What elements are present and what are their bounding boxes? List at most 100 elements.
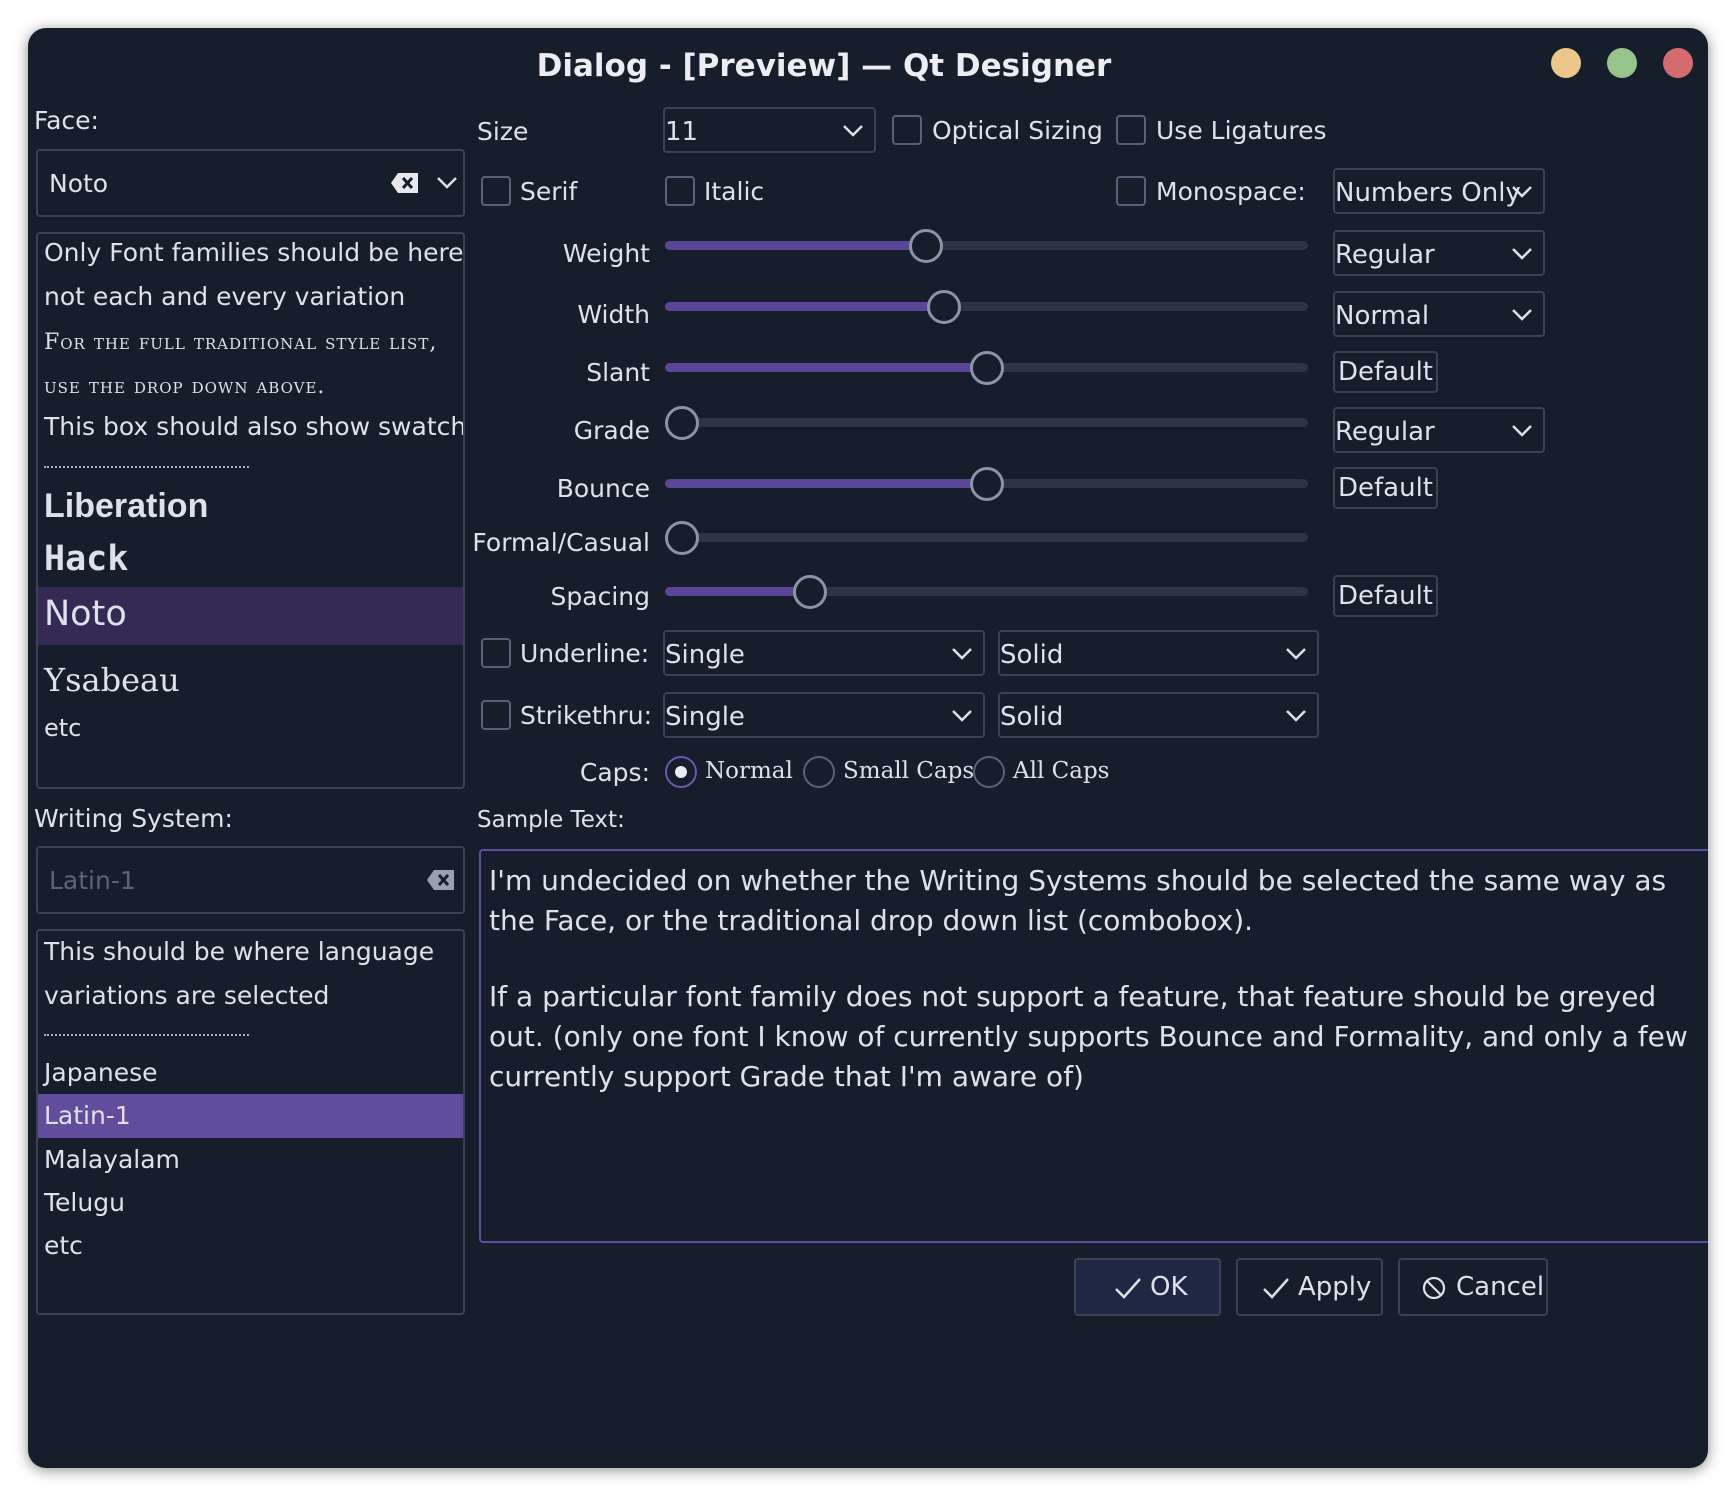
size-label: Size	[477, 117, 529, 146]
caps-all-caps-radio[interactable]	[973, 756, 1005, 788]
slider-handle[interactable]	[665, 406, 699, 440]
strikethru-label: Strikethru:	[520, 701, 653, 730]
grade-slider[interactable]	[665, 406, 1308, 440]
caps-small-caps-radio[interactable]	[803, 756, 835, 788]
ok-button[interactable]: OK	[1074, 1258, 1221, 1316]
list-item-noto[interactable]: Noto	[38, 587, 463, 645]
list-separator	[44, 1034, 249, 1036]
underline-line-combo[interactable]: Solid	[998, 630, 1319, 676]
optical-sizing-label: Optical Sizing	[932, 116, 1103, 145]
list-item-etc[interactable]: etc	[44, 1231, 83, 1260]
clear-icon[interactable]	[426, 869, 456, 891]
slider-track	[665, 418, 1308, 427]
face-combo[interactable]: Noto	[36, 149, 465, 217]
slider-handle[interactable]	[969, 351, 1004, 385]
size-combo[interactable]: 11	[663, 107, 876, 153]
width-value: Normal	[1335, 301, 1430, 331]
caps-small-caps-label: Small Caps	[843, 758, 975, 784]
strikethru-style-combo[interactable]: Single	[663, 692, 985, 738]
width-combo[interactable]: Normal	[1333, 291, 1545, 337]
slider-fill	[665, 241, 926, 250]
list-item-ysabeau[interactable]: Ysabeau	[44, 661, 180, 699]
weight-slider[interactable]	[665, 229, 1308, 263]
width-slider[interactable]	[665, 290, 1308, 324]
sample-paragraph-1: I'm undecided on whether the Writing Sys…	[489, 864, 1667, 937]
bounce-slider[interactable]	[665, 467, 1308, 501]
serif-checkbox[interactable]	[481, 176, 511, 206]
slant-default-button[interactable]: Default	[1333, 351, 1438, 393]
writing-system-search[interactable]: Latin-1	[36, 846, 465, 914]
chevron-down-icon	[1512, 425, 1532, 437]
chevron-down-icon	[1286, 648, 1306, 660]
minimize-button[interactable]	[1551, 48, 1581, 78]
chevron-down-icon	[952, 710, 972, 722]
face-input[interactable]: Noto	[49, 169, 108, 198]
slider-handle[interactable]	[792, 575, 827, 609]
optical-sizing-checkbox[interactable]	[892, 115, 922, 145]
chevron-down-icon[interactable]	[436, 175, 458, 191]
slider-handle[interactable]	[665, 521, 699, 555]
writing-system-input[interactable]: Latin-1	[49, 866, 136, 895]
dialog-window: Dialog - [Preview] — Qt Designer Face: N…	[28, 28, 1708, 1468]
monospace-combo[interactable]: Numbers Only	[1333, 168, 1545, 214]
grade-label: Grade	[573, 416, 650, 445]
list-item-hack[interactable]: Hack	[44, 539, 128, 579]
list-item-latin-1[interactable]: Latin-1	[38, 1094, 463, 1138]
width-label: Width	[577, 300, 650, 329]
spacing-label: Spacing	[550, 582, 650, 611]
chevron-down-icon	[952, 648, 972, 660]
caps-normal-radio[interactable]	[665, 756, 697, 788]
apply-button[interactable]: Apply	[1236, 1258, 1383, 1316]
underline-label: Underline:	[520, 639, 650, 668]
underline-checkbox[interactable]	[481, 638, 511, 668]
face-list[interactable]: Only Font families should be here, not e…	[36, 232, 465, 789]
slant-label: Slant	[586, 358, 650, 387]
spacing-default-button[interactable]: Default	[1333, 575, 1438, 617]
slant-slider[interactable]	[665, 351, 1308, 385]
list-item-japanese[interactable]: Japanese	[44, 1058, 158, 1087]
italic-checkbox[interactable]	[665, 176, 695, 206]
sample-text-area[interactable]: I'm undecided on whether the Writing Sys…	[479, 849, 1708, 1243]
monospace-checkbox[interactable]	[1116, 176, 1146, 206]
sample-text-label: Sample Text:	[477, 807, 625, 833]
cancel-button[interactable]: Cancel	[1398, 1258, 1548, 1316]
close-button[interactable]	[1663, 48, 1693, 78]
writing-system-label: Writing System:	[34, 804, 233, 833]
caps-all-caps-label: All Caps	[1013, 758, 1110, 784]
list-note: use the drop down above.	[44, 374, 326, 399]
list-item-etc[interactable]: etc	[44, 714, 81, 742]
weight-label: Weight	[562, 239, 650, 268]
face-label: Face:	[34, 106, 99, 135]
ok-label: OK	[1150, 1272, 1188, 1302]
slider-fill	[665, 587, 810, 596]
slider-handle[interactable]	[969, 467, 1004, 501]
bounce-default-button[interactable]: Default	[1333, 467, 1438, 509]
bounce-label: Bounce	[556, 474, 650, 503]
clear-icon[interactable]	[390, 172, 420, 194]
title-bar[interactable]: Dialog - [Preview] — Qt Designer	[28, 28, 1708, 110]
sample-paragraph-2: If a particular font family does not sup…	[489, 980, 1688, 1093]
strikethru-line-combo[interactable]: Solid	[998, 692, 1319, 738]
spacing-slider[interactable]	[665, 575, 1308, 609]
writing-system-list[interactable]: This should be where language variations…	[36, 929, 465, 1315]
strikethru-line-value: Solid	[1000, 702, 1064, 732]
list-item-liberation[interactable]: Liberation	[44, 487, 208, 526]
formal-casual-slider[interactable]	[665, 521, 1308, 555]
slider-handle[interactable]	[908, 229, 943, 263]
list-item-malayalam[interactable]: Malayalam	[44, 1145, 180, 1174]
strikethru-checkbox[interactable]	[481, 700, 511, 730]
slider-handle[interactable]	[926, 290, 961, 324]
slider-track	[665, 533, 1308, 542]
weight-combo[interactable]: Regular	[1333, 230, 1545, 276]
weight-value: Regular	[1335, 240, 1435, 270]
chevron-down-icon	[843, 125, 863, 137]
size-value: 11	[665, 117, 699, 147]
italic-label: Italic	[704, 177, 765, 206]
use-ligatures-checkbox[interactable]	[1116, 115, 1146, 145]
list-note: Only Font families should be here,	[44, 238, 465, 267]
check-icon	[1115, 1278, 1141, 1299]
list-item-telugu[interactable]: Telugu	[44, 1188, 125, 1217]
grade-combo[interactable]: Regular	[1333, 407, 1545, 453]
underline-style-combo[interactable]: Single	[663, 630, 985, 676]
maximize-button[interactable]	[1607, 48, 1637, 78]
